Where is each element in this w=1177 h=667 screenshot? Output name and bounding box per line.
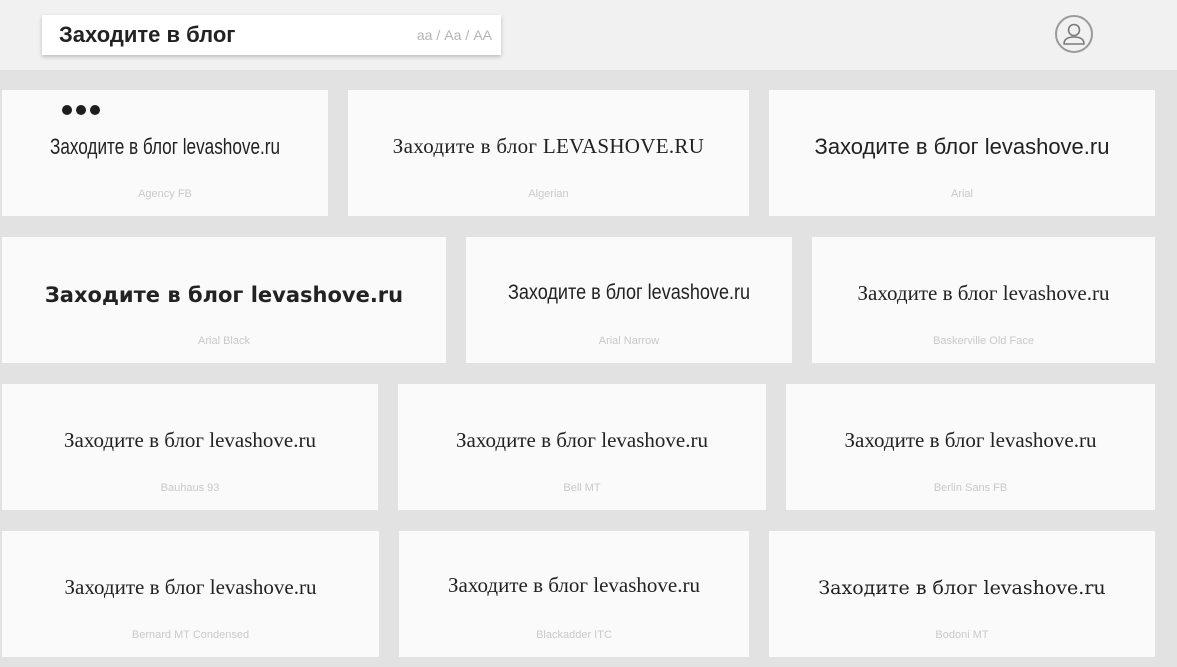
font-sample-text: Заходите в блог LEVASHOVE.RU <box>392 134 705 158</box>
font-sample-text: Заходите в блог levashove.ru <box>857 281 1110 305</box>
font-card[interactable]: Заходите в блог LEVASHOVE.RU Algerian <box>348 90 749 216</box>
font-name-label: Bell MT <box>563 482 601 494</box>
preview-text-input[interactable] <box>59 15 379 55</box>
font-sample-text: Заходите в блог levashove.ru <box>456 428 708 452</box>
font-name-label: Berlin Sans FB <box>933 482 1008 494</box>
case-lower-button[interactable]: aa <box>417 27 433 43</box>
font-name-label: Blackadder ITC <box>536 629 612 641</box>
font-card[interactable]: Заходите в блог levashove.ru Baskerville… <box>812 237 1155 363</box>
font-sample-text: Заходите в блог levashove.ru <box>507 281 751 304</box>
font-name-label: Agency FB <box>138 188 192 200</box>
preview-text-box: aa/Aa/AA <box>42 15 501 55</box>
font-sample-text: Заходите в блог levashove.ru <box>44 283 404 307</box>
font-name-label: Arial <box>950 188 973 200</box>
font-card[interactable]: Заходите в блог levashove.ru Blackadder … <box>399 531 749 657</box>
font-card[interactable]: Заходите в блог levashove.ru Arial <box>769 90 1155 216</box>
font-card[interactable]: Заходите в блог levashove.ru Arial Narro… <box>466 237 792 363</box>
font-sample-text: Заходите в блог levashove.ru <box>64 575 317 599</box>
font-sample-text: Заходите в блог levashove.ru <box>818 577 1106 599</box>
font-name-label: Arial Black <box>198 335 250 347</box>
font-sample-text: Заходите в блог levashove.ru <box>49 134 281 159</box>
font-name-label: Bauhaus 93 <box>160 482 220 494</box>
font-card[interactable]: Заходите в блог levashove.ru Bodoni MT <box>769 531 1155 657</box>
font-name-label: Bernard MT Condensed <box>131 629 250 641</box>
font-card[interactable]: Заходите в блог levashove.ru Bauhaus 93 <box>2 384 378 510</box>
font-name-label: Arial Narrow <box>598 335 660 347</box>
case-separator: / <box>436 27 441 43</box>
font-sample-text: Заходите в блог levashove.ru <box>844 428 1097 452</box>
top-bar: aa/Aa/AA <box>0 0 1177 70</box>
font-card[interactable]: Заходите в блог levashove.ru Agency FB <box>2 90 328 216</box>
case-separator: / <box>465 27 470 43</box>
font-card[interactable]: Заходите в блог levashove.ru Arial Black <box>2 237 446 363</box>
font-name-label: Algerian <box>528 188 569 200</box>
font-card[interactable]: Заходите в блог levashove.ru Bernard MT … <box>2 531 379 657</box>
font-card[interactable]: Заходите в блог levashove.ru Bell MT <box>398 384 766 510</box>
font-card[interactable]: Заходите в блог levashove.ru Berlin Sans… <box>786 384 1155 510</box>
more-options-icon[interactable] <box>62 102 106 116</box>
font-name-label: Bodoni MT <box>935 629 989 641</box>
user-avatar-icon[interactable] <box>1055 15 1093 53</box>
font-sample-text: Заходите в блог levashove.ru <box>64 428 316 452</box>
case-switcher: aa / Aa / AA <box>417 27 492 43</box>
font-card-grid: Заходите в блог levashove.ru Agency FB З… <box>0 70 1177 667</box>
font-name-label: Baskerville Old Face <box>933 335 1034 347</box>
font-sample-text: Заходите в блог levashove.ru <box>448 573 700 597</box>
case-upper-button[interactable]: AA <box>473 27 492 43</box>
font-sample-text: Заходите в блог levashove.ru <box>814 134 1110 159</box>
case-title-button[interactable]: Aa <box>444 27 461 43</box>
